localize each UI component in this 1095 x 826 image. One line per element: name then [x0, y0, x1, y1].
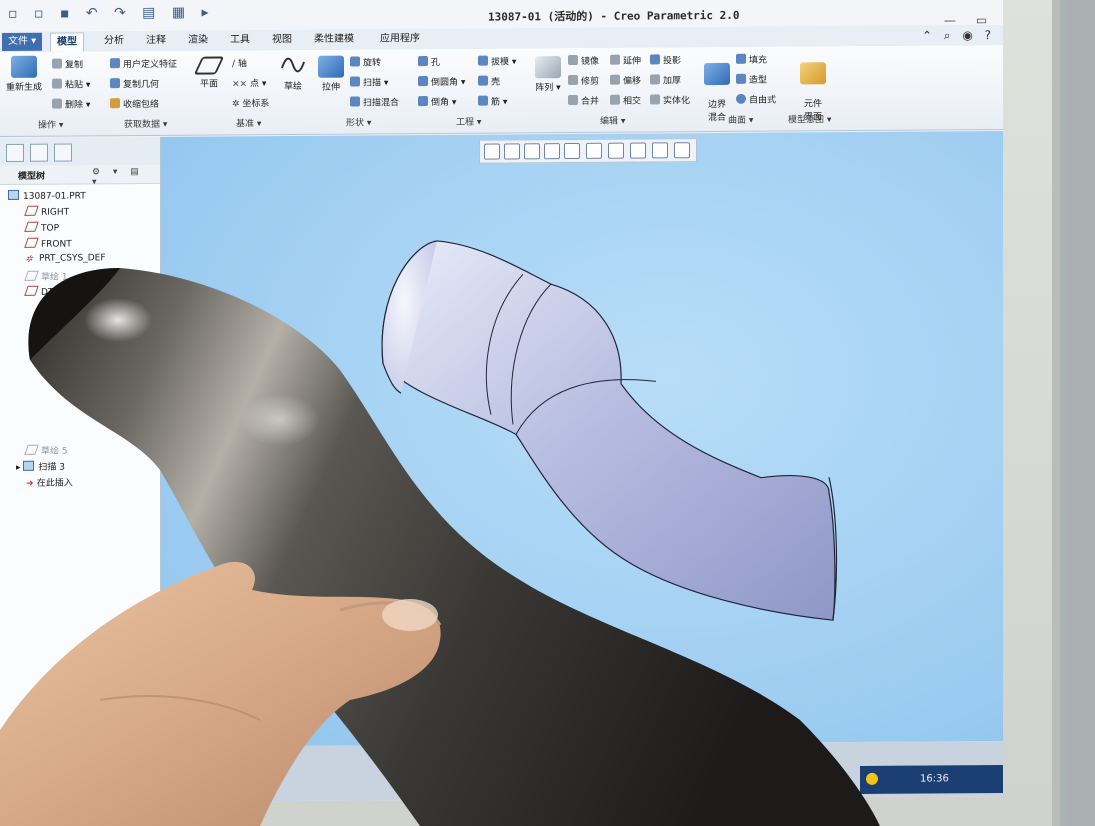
photo-scene: ▫ ▫ ▪ ↶ ↷ ▤ ▦ ▸ 13087-01 (活动的) - Creo Pa…: [0, 0, 1095, 826]
hand-holding-pipe: [0, 561, 442, 826]
